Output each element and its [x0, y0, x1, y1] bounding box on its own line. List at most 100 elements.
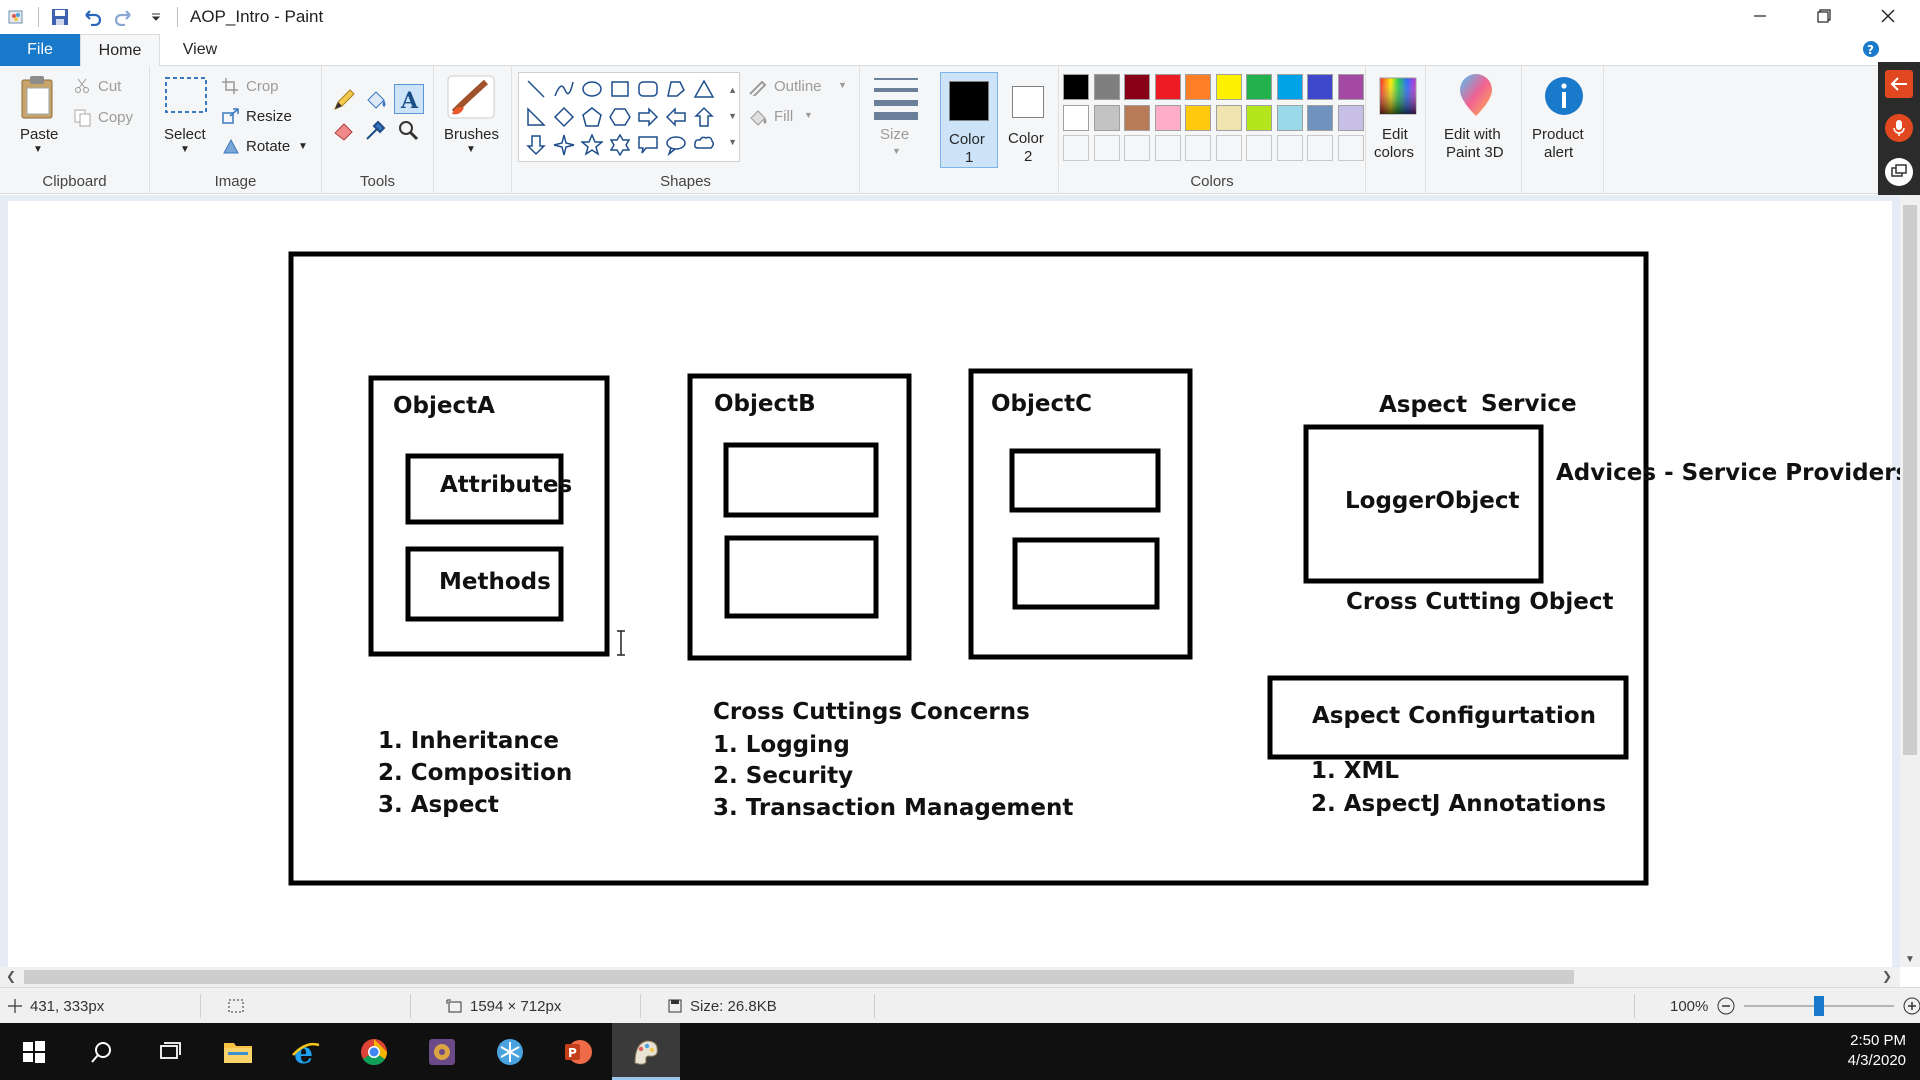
hexagon-shape-icon[interactable] [607, 103, 633, 131]
polygon-shape-icon[interactable] [663, 75, 689, 103]
up-arrow-shape-icon[interactable] [691, 103, 717, 131]
rectangle-shape-icon[interactable] [607, 75, 633, 103]
down-arrow-shape-icon[interactable] [523, 131, 549, 159]
palette-custom-swatch[interactable] [1154, 135, 1181, 161]
palette-color-swatch[interactable] [1154, 104, 1181, 131]
palette-custom-swatch[interactable] [1185, 135, 1211, 161]
crop-button[interactable]: Crop [246, 78, 279, 95]
color-picker-icon[interactable] [364, 118, 388, 147]
palette-custom-swatch[interactable] [1246, 135, 1272, 161]
cloud-callout-shape-icon[interactable] [691, 131, 717, 159]
file-explorer-taskbar-button[interactable] [204, 1023, 272, 1080]
save-icon[interactable] [49, 6, 71, 28]
six-point-star-shape-icon[interactable] [607, 131, 633, 159]
edit-colors-button[interactable]: Edit colors [1368, 66, 1426, 194]
zoom-slider[interactable] [1744, 996, 1895, 1016]
left-arrow-shape-icon[interactable] [663, 103, 689, 131]
palette-color-swatch[interactable] [1063, 104, 1089, 131]
palette-custom-swatch[interactable] [1276, 135, 1303, 161]
palette-color-swatch[interactable] [1124, 74, 1150, 100]
oval-shape-icon[interactable] [579, 75, 605, 103]
outline-dropdown-icon[interactable]: ▼ [838, 80, 847, 90]
close-button[interactable] [1856, 0, 1920, 32]
back-arrow-icon[interactable] [1885, 70, 1913, 98]
copy-button[interactable]: Copy [98, 109, 133, 126]
powerpoint-taskbar-button[interactable]: P [544, 1023, 612, 1080]
text-tool-icon[interactable]: A [394, 84, 424, 114]
diamond-shape-icon[interactable] [551, 103, 577, 131]
snowflake-app-taskbar-button[interactable] [476, 1023, 544, 1080]
brushes-group[interactable]: Brushes ▼ [434, 66, 512, 194]
select-dropdown-icon[interactable]: ▼ [180, 144, 190, 155]
color1-button[interactable]: Color 1 [940, 72, 998, 168]
palette-color-swatch[interactable] [1215, 74, 1242, 100]
pencil-icon[interactable] [332, 88, 356, 117]
fill-bucket-icon[interactable] [364, 88, 388, 117]
scroll-left-icon[interactable]: ❮ [6, 969, 16, 983]
palette-custom-swatch[interactable] [1307, 135, 1333, 161]
rotate-button[interactable]: Rotate [246, 138, 290, 155]
undo-icon[interactable] [81, 6, 103, 28]
fill-button[interactable]: Fill [774, 108, 793, 125]
help-icon[interactable]: ? [1862, 40, 1880, 63]
palette-color-swatch[interactable] [1185, 74, 1211, 100]
vertical-scrollbar[interactable]: ▼ [1900, 195, 1920, 967]
magnifier-icon[interactable] [396, 118, 420, 147]
rounded-rectangle-shape-icon[interactable] [635, 75, 661, 103]
tab-home[interactable]: Home [80, 34, 160, 67]
start-button[interactable] [0, 1023, 68, 1080]
palette-color-swatch[interactable] [1337, 104, 1364, 131]
palette-color-swatch[interactable] [1307, 104, 1333, 131]
eraser-icon[interactable] [332, 118, 356, 147]
media-app-taskbar-button[interactable] [408, 1023, 476, 1080]
palette-color-swatch[interactable] [1063, 74, 1089, 100]
palette-custom-swatch[interactable] [1124, 135, 1150, 161]
cut-button[interactable]: Cut [98, 78, 121, 95]
size-group[interactable]: Size ▼ [860, 66, 936, 194]
paint-taskbar-button[interactable] [612, 1023, 680, 1080]
outline-button[interactable]: Outline [774, 78, 822, 95]
tab-view[interactable]: View [163, 34, 237, 66]
microphone-icon[interactable] [1885, 114, 1913, 142]
vertical-scroll-thumb[interactable] [1903, 205, 1917, 755]
palette-color-swatch[interactable] [1154, 74, 1181, 100]
palette-color-swatch[interactable] [1276, 104, 1303, 131]
resize-button[interactable]: Resize [246, 108, 292, 125]
palette-color-swatch[interactable] [1093, 74, 1120, 100]
palette-custom-swatch[interactable] [1215, 135, 1242, 161]
zoom-slider-thumb[interactable] [1814, 996, 1825, 1016]
shapes-scroll-icon[interactable]: ▲ ▼ ▼ [728, 77, 737, 155]
edit-with-paint3d-button[interactable]: Edit with Paint 3D [1428, 66, 1522, 194]
palette-color-swatch[interactable] [1215, 104, 1242, 131]
paste-dropdown-icon[interactable]: ▼ [33, 144, 43, 155]
product-alert-button[interactable]: Product alert [1524, 66, 1604, 194]
system-clock[interactable]: 2:50 PM 4/3/2020 [1848, 1031, 1906, 1071]
customize-quick-access-icon[interactable] [145, 6, 167, 28]
scroll-down-icon[interactable]: ▼ [1905, 954, 1915, 965]
five-point-star-shape-icon[interactable] [579, 131, 605, 159]
select-button[interactable] [164, 76, 208, 121]
palette-color-swatch[interactable] [1093, 104, 1120, 131]
zoom-in-icon[interactable] [1902, 996, 1920, 1016]
restore-button[interactable] [1792, 0, 1856, 32]
minimize-button[interactable] [1728, 0, 1792, 32]
scroll-right-icon[interactable]: ❯ [1882, 969, 1892, 983]
search-button[interactable] [68, 1023, 136, 1080]
drawing-canvas[interactable]: ObjectA Attributes Methods ObjectB Objec… [8, 201, 1909, 967]
palette-custom-swatch[interactable] [1063, 135, 1089, 161]
palette-custom-swatch[interactable] [1337, 135, 1364, 161]
rotate-dropdown-icon[interactable]: ▼ [298, 141, 308, 152]
redo-icon[interactable] [113, 6, 135, 28]
palette-color-swatch[interactable] [1124, 104, 1150, 131]
line-shape-icon[interactable] [523, 75, 549, 103]
horizontal-scrollbar[interactable]: ❮ ❯ [0, 967, 1900, 987]
four-point-star-shape-icon[interactable] [551, 131, 577, 159]
screens-icon[interactable] [1885, 158, 1913, 186]
curve-shape-icon[interactable] [551, 75, 577, 103]
rectangle-callout-shape-icon[interactable] [635, 131, 661, 159]
zoom-out-icon[interactable] [1716, 996, 1736, 1016]
color2-button[interactable]: Color 2 [1000, 72, 1056, 168]
internet-explorer-taskbar-button[interactable]: e [272, 1023, 340, 1080]
paste-button[interactable] [18, 74, 58, 129]
horizontal-scroll-thumb[interactable] [24, 970, 1574, 984]
